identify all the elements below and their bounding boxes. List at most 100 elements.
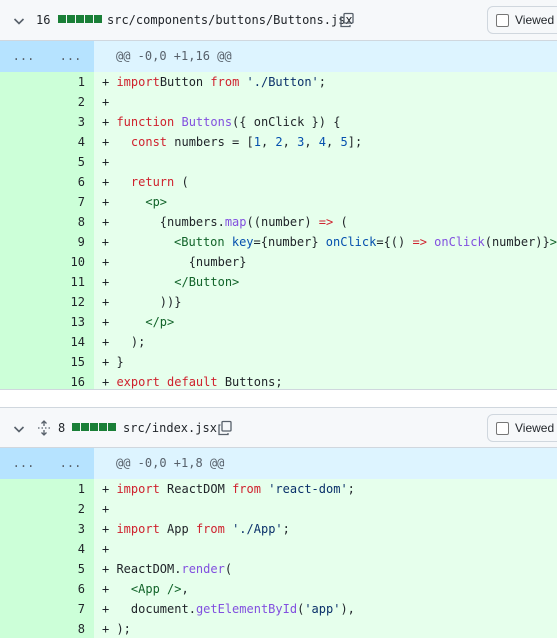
new-line-number[interactable]: 8 [47, 619, 94, 638]
diff-line: 2 + [0, 499, 557, 519]
new-line-number[interactable]: 4 [47, 539, 94, 559]
expand-up-right[interactable]: ... [47, 41, 94, 72]
code-line: + {numbers.map((number) => ( [94, 212, 557, 232]
hunk-range: @@ -0,0 +1,16 @@ [116, 49, 232, 63]
new-line-number[interactable]: 3 [47, 519, 94, 539]
checkbox-box[interactable] [496, 13, 509, 27]
code-line: + import ReactDOM from 'react-dom'; [94, 479, 557, 499]
file-path[interactable]: src/components/buttons/Buttons.jsx [107, 13, 353, 27]
code-line: + [94, 539, 557, 559]
addition-marker: + [102, 135, 117, 149]
code-token: from [210, 75, 240, 89]
diff-line: 6 + return ( [0, 172, 557, 192]
new-line-number[interactable]: 6 [47, 579, 94, 599]
new-line-number[interactable]: 1 [47, 479, 94, 499]
diff-line: 5 + [0, 152, 557, 172]
code-token: ); [116, 335, 146, 349]
code-token: => [318, 215, 334, 229]
addition-marker: + [102, 175, 117, 189]
code-token: > [549, 235, 557, 249]
code-line: + </Button> [94, 272, 557, 292]
code-token: key [224, 235, 254, 249]
diff-line: 9 + <Button key={number} onClick={() => o… [0, 232, 557, 252]
code-token: map [224, 215, 247, 229]
old-line-number [0, 312, 47, 332]
chevron-down-icon[interactable] [11, 421, 27, 437]
new-line-number[interactable]: 9 [46, 232, 94, 252]
old-line-number [0, 292, 47, 312]
new-line-number[interactable]: 6 [47, 172, 94, 192]
viewed-checkbox[interactable]: Viewed [487, 6, 557, 34]
new-line-number[interactable]: 1 [47, 72, 94, 92]
addition-marker: + [102, 355, 117, 369]
checkbox-box[interactable] [496, 421, 509, 435]
code-token: ]; [347, 135, 363, 149]
code-token: } [116, 355, 124, 369]
new-line-number[interactable]: 2 [47, 92, 94, 112]
diff-line: 13 + </p> [0, 312, 557, 332]
diff-line: 11 + </Button> [0, 272, 557, 292]
diffstat-blocks [72, 423, 116, 431]
viewed-checkbox[interactable]: Viewed [487, 414, 557, 442]
old-line-number [0, 599, 47, 619]
expand-up-left[interactable]: ... [0, 41, 47, 72]
new-line-number[interactable]: 7 [47, 599, 94, 619]
old-line-number [0, 332, 47, 352]
unfold-icon[interactable] [36, 420, 52, 436]
code-token: import [116, 482, 160, 496]
new-line-number[interactable]: 10 [47, 252, 94, 272]
new-line-number[interactable]: 14 [47, 332, 94, 352]
code-token: onClick [318, 235, 377, 249]
chevron-down-icon[interactable] [11, 13, 27, 29]
new-line-number[interactable]: 5 [47, 559, 94, 579]
new-line-number[interactable]: 13 [47, 312, 94, 332]
old-line-number [0, 112, 47, 132]
code-line: + ); [94, 619, 557, 638]
diff-line: 7 + <p> [0, 192, 557, 212]
addition-marker: + [102, 502, 117, 516]
new-line-number[interactable]: 15 [47, 352, 94, 372]
old-line-number [0, 579, 47, 599]
code-line: + <p> [94, 192, 557, 212]
addition-marker: + [102, 115, 117, 129]
old-line-number [0, 132, 47, 152]
diff-line: 14 + ); [0, 332, 557, 352]
copy-icon[interactable] [339, 12, 355, 28]
code-line: + {number} [94, 252, 557, 272]
code-token: 1 [253, 135, 261, 149]
diff-line: 2 + [0, 92, 557, 112]
expand-up-left[interactable]: ... [0, 448, 47, 479]
code-line: + document.getElementById('app'), [94, 599, 557, 619]
file-path[interactable]: src/index.jsx [123, 421, 217, 435]
new-line-number[interactable]: 7 [47, 192, 94, 212]
new-line-number[interactable]: 2 [47, 499, 94, 519]
new-line-number[interactable]: 8 [47, 212, 94, 232]
old-line-number [0, 539, 47, 559]
old-line-number [0, 352, 47, 372]
new-line-number[interactable]: 4 [47, 132, 94, 152]
code-token: './App' [224, 522, 283, 536]
code-line: + [94, 499, 557, 519]
additions-count: 16 [36, 13, 51, 27]
old-line-number [0, 232, 47, 252]
code-token: render [181, 562, 225, 576]
code-token: import [116, 75, 160, 89]
new-line-number[interactable]: 11 [47, 272, 94, 292]
new-line-number[interactable]: 12 [47, 292, 94, 312]
new-line-number[interactable]: 5 [47, 152, 94, 172]
code-token: </Button> [174, 275, 240, 289]
code-line: + } [94, 352, 557, 372]
code-token: ({ onClick }) { [232, 115, 341, 129]
code-token: 'app' [304, 602, 341, 616]
code-token: default [159, 375, 218, 389]
code-token: from [195, 522, 225, 536]
copy-icon[interactable] [217, 420, 233, 436]
code-token: ), [340, 602, 355, 616]
expand-up-right[interactable]: ... [47, 448, 94, 479]
new-line-number[interactable]: 3 [47, 112, 94, 132]
old-line-number [0, 252, 47, 272]
old-line-number [0, 479, 47, 499]
